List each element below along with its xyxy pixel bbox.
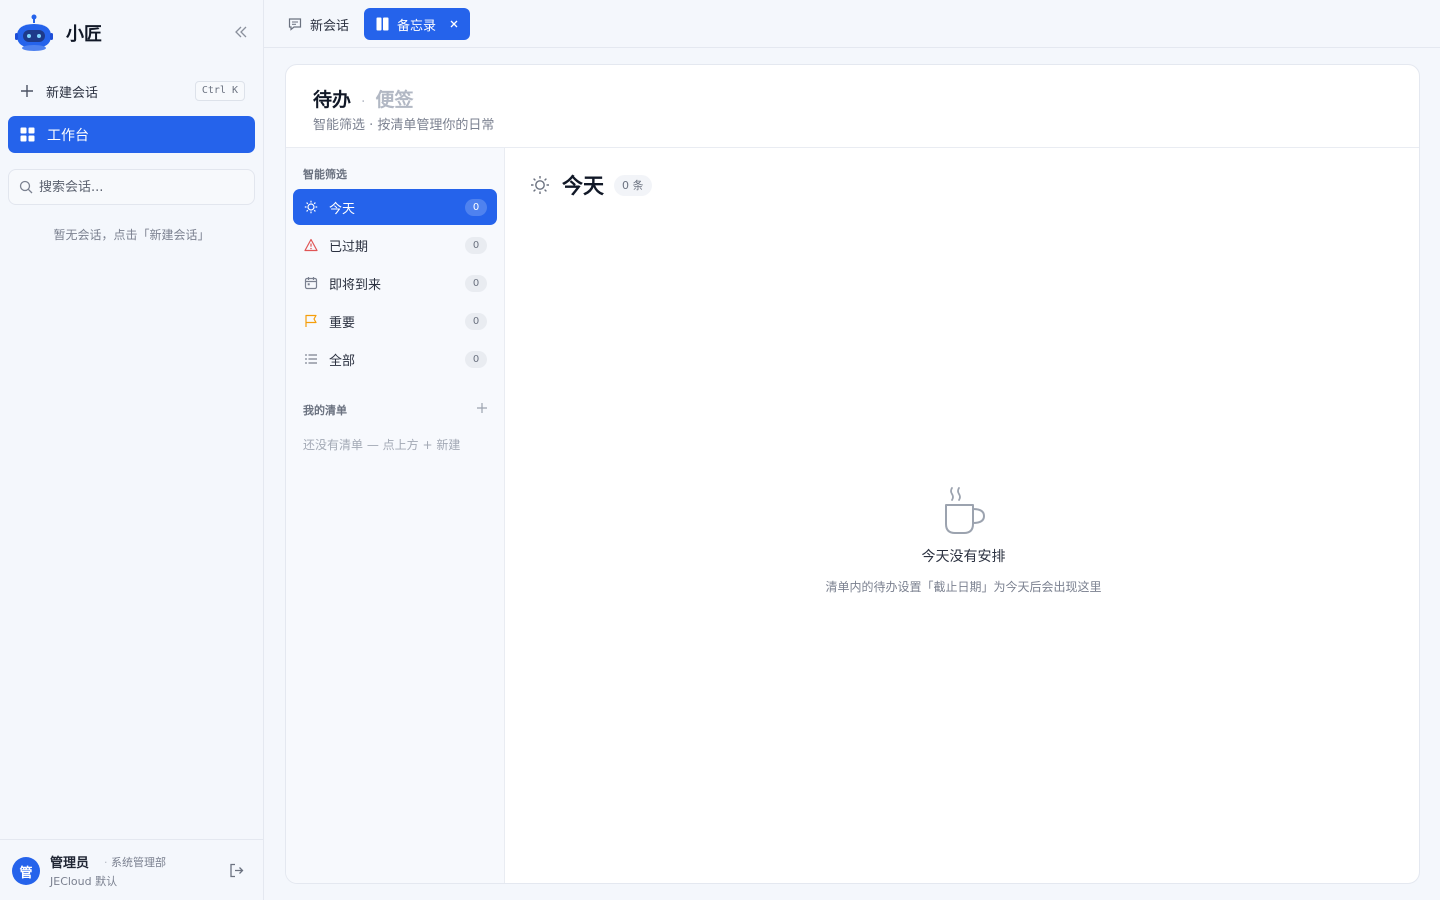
- sun-icon: [304, 200, 318, 214]
- notebook-icon: [376, 17, 389, 31]
- new-chat-label: 新建会话: [46, 85, 99, 101]
- coffee-cup-icon: [944, 487, 985, 534]
- logout-icon[interactable]: [229, 863, 244, 878]
- no-lists-hint: 还没有清单 — 点上方 + 新建: [303, 438, 461, 452]
- robot-logo-icon: [15, 14, 53, 51]
- smart-filter-label: 智能筛选: [303, 168, 347, 181]
- list-icon: [305, 354, 317, 364]
- calendar-icon: [304, 277, 318, 290]
- warning-icon: [304, 238, 318, 252]
- filter-label: 重要: [329, 315, 356, 331]
- sun-icon: [531, 176, 549, 194]
- content-title: 今天: [562, 174, 604, 198]
- workbench-button[interactable]: 工作台: [8, 116, 255, 153]
- user-name: 管理员: [50, 856, 90, 871]
- tab-notes[interactable]: 便签: [375, 85, 413, 112]
- filter-upcoming[interactable]: 即将到来 0: [293, 265, 497, 301]
- count-badge: 0: [465, 199, 487, 216]
- view-switcher: 待办 · 便签: [313, 85, 413, 112]
- avatar[interactable]: 管: [12, 857, 40, 885]
- card-header: 待办 · 便签 智能筛选 · 按清单管理你的日常: [286, 65, 1419, 148]
- brand: 小匠: [14, 14, 102, 52]
- chat-bubble-icon: [288, 18, 302, 31]
- filter-label: 今天: [329, 201, 356, 217]
- memo-card: 待办 · 便签 智能筛选 · 按清单管理你的日常 智能筛选 今天 0 已过期 0: [285, 64, 1420, 884]
- grid-icon: [20, 127, 35, 142]
- empty-description: 清单内的待办设置「截止日期」为今天后会出现这里: [825, 580, 1102, 594]
- item-count-badge: 0 条: [614, 174, 652, 196]
- empty-title: 今天没有安排: [921, 549, 1006, 565]
- tab-label: 备忘录: [397, 18, 437, 34]
- count-badge: 0: [465, 351, 487, 368]
- content-header: 今天 0 条: [530, 170, 652, 200]
- user-department: 系统管理部: [104, 854, 166, 870]
- plus-icon: [21, 85, 33, 97]
- count-badge: 0: [465, 313, 487, 330]
- my-lists-label: 我的清单: [303, 404, 347, 417]
- close-icon[interactable]: [448, 18, 460, 30]
- todo-content: 今天 0 条 今天没有安排 清单内的待办设置「截止日期」为今天后会出现这里: [506, 148, 1419, 883]
- workbench-label: 工作台: [47, 127, 89, 144]
- search-box: [8, 169, 255, 205]
- filter-label: 即将到来: [329, 277, 382, 293]
- brand-name: 小匠: [66, 24, 102, 45]
- tab-label: 新会话: [310, 18, 350, 34]
- empty-state: 今天没有安排 清单内的待办设置「截止日期」为今天后会出现这里: [506, 486, 1419, 595]
- count-badge: 0: [465, 275, 487, 292]
- empty-conversations-hint: 暂无会话，点击「新建会话」: [53, 228, 210, 242]
- new-chat-button[interactable]: 新建会话 Ctrl K: [8, 74, 255, 108]
- filter-label: 全部: [329, 353, 356, 369]
- search-input[interactable]: [39, 179, 239, 195]
- user-org: JECloud 默认: [50, 875, 118, 888]
- filter-label: 已过期: [329, 239, 369, 255]
- tab-memo[interactable]: 备忘录: [364, 8, 470, 40]
- shortcut-badge: Ctrl K: [194, 81, 245, 101]
- filter-overdue[interactable]: 已过期 0: [293, 227, 497, 263]
- flag-icon: [305, 314, 317, 327]
- collapse-sidebar-icon[interactable]: [232, 24, 250, 40]
- filter-important[interactable]: 重要 0: [293, 303, 497, 339]
- tab-bar: 新会话 备忘录: [264, 0, 1440, 48]
- filter-panel: 智能筛选 今天 0 已过期 0 即将到来 0 重要 0 全部 0 我的清单 还没…: [286, 148, 505, 883]
- search-icon: [19, 180, 33, 194]
- tab-todo[interactable]: 待办: [313, 85, 351, 112]
- tab-new-chat[interactable]: 新会话: [280, 8, 357, 40]
- sidebar: 小匠 新建会话 Ctrl K 工作台 暂无会话，点击「新建会话」 管 管理员 系…: [0, 0, 264, 900]
- count-badge: 0: [465, 237, 487, 254]
- user-profile: 管 管理员 系统管理部 JECloud 默认: [0, 839, 263, 900]
- filter-all[interactable]: 全部 0: [293, 341, 497, 377]
- title-separator: ·: [361, 94, 366, 110]
- add-list-icon[interactable]: [476, 402, 488, 414]
- filter-today[interactable]: 今天 0: [293, 189, 497, 225]
- page-subtitle: 智能筛选 · 按清单管理你的日常: [313, 118, 495, 133]
